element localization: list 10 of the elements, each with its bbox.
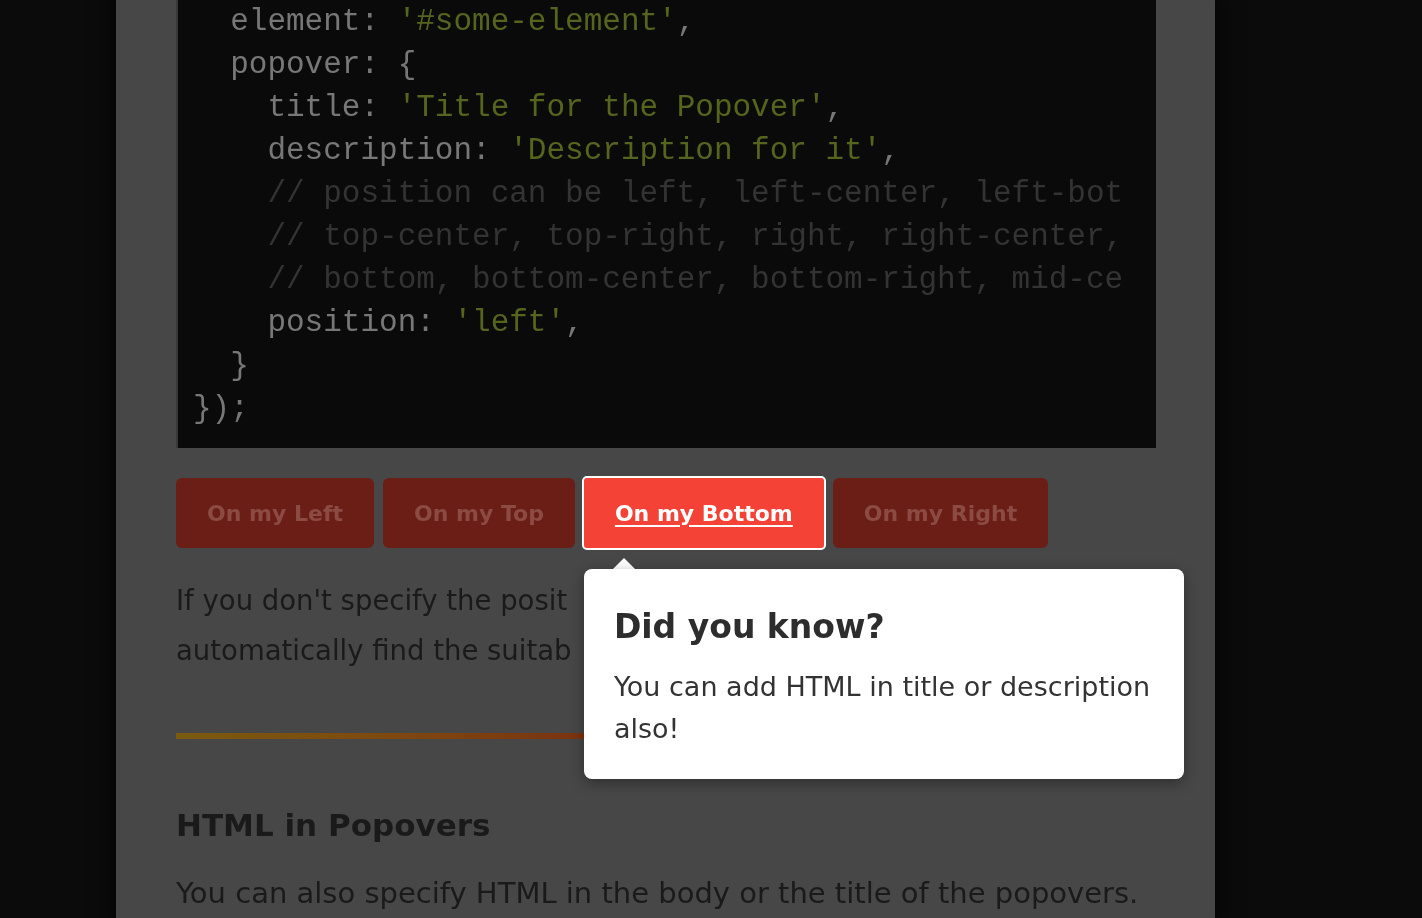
code-line: } xyxy=(229,347,249,385)
position-button[interactable]: On my Bottom xyxy=(583,478,824,548)
code-line: description: 'Description for it', xyxy=(266,132,900,170)
code-line: }); xyxy=(193,390,249,428)
popover-title: Did you know? xyxy=(613,606,886,648)
popover-text: You can add HTML in title or description also! xyxy=(613,670,1152,746)
code-line: position: 'left', xyxy=(266,304,584,342)
code-line: popover: { xyxy=(229,46,417,84)
code-line: title: 'Title for the Popover', xyxy=(266,89,845,127)
code-line: element: '#some-element', xyxy=(229,3,696,41)
